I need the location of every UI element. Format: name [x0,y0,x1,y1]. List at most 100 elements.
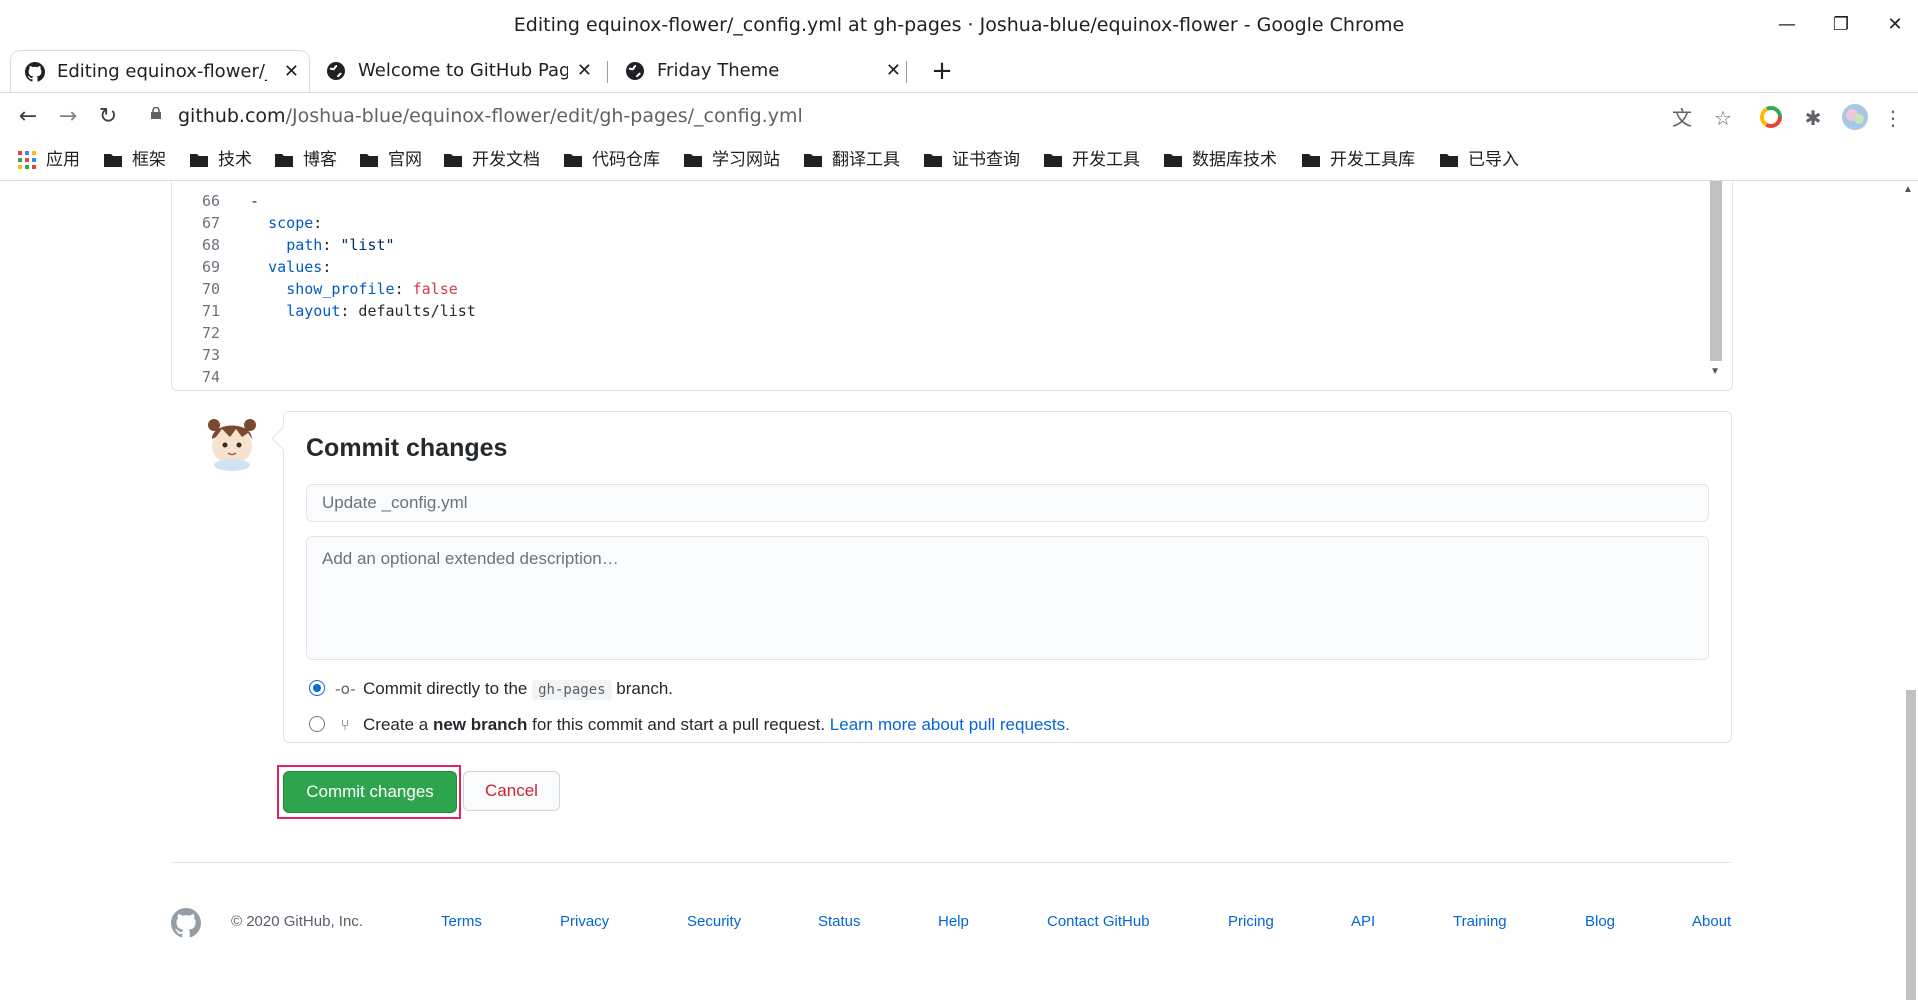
code-line[interactable]: 71 layout: defaults/list [172,300,476,322]
radio-new-branch[interactable] [309,715,325,732]
restore-button[interactable]: ❐ [1821,10,1861,40]
code-line[interactable]: 66 - [172,190,259,212]
bookmark-folder[interactable]: 代码仓库 [564,146,660,174]
bookmark-folder[interactable]: 开发文档 [444,146,540,174]
code-line[interactable]: 69 values: [172,256,331,278]
bookmark-label: 学习网站 [712,150,780,170]
option-direct-prefix: Commit directly to the [363,679,528,698]
bookmark-label: 开发工具库 [1330,150,1415,170]
bookmark-folder[interactable]: 翻译工具 [804,146,900,174]
footer-link-api[interactable]: API [1351,913,1375,930]
new-tab-button[interactable]: + [922,50,962,92]
bookmark-star-icon[interactable]: ☆ [1710,105,1736,131]
bookmark-folder[interactable]: 证书查询 [924,146,1020,174]
minimize-button[interactable]: — [1767,10,1807,40]
learn-more-link[interactable]: Learn more about pull requests. [830,715,1070,734]
footer: © 2020 GitHub, Inc. Terms Privacy Securi… [171,908,1731,938]
profile-avatar-icon[interactable] [1841,103,1869,131]
option-new-suffix: for this commit and start a pull request… [532,715,826,734]
folder-icon [1440,154,1458,167]
footer-link-blog[interactable]: Blog [1585,913,1615,930]
folder-icon [104,154,122,167]
footer-link-about[interactable]: About [1692,913,1731,930]
tab-friday-theme[interactable]: Friday Theme ✕ [611,50,911,92]
line-number: 66 [201,192,220,210]
editor-scrollbar-thumb[interactable] [1710,181,1722,361]
lock-icon[interactable] [150,107,162,119]
footer-link-status[interactable]: Status [818,913,861,930]
back-button[interactable]: ← [12,101,44,133]
option-commit-direct[interactable]: -o- Commit directly to the gh-pages branc… [309,676,673,702]
commit-changes-button[interactable]: Commit changes [283,771,457,813]
bookmark-label: 已导入 [1468,150,1519,170]
code-line[interactable]: 68 path: "list" [172,234,395,256]
tab-label: Friday Theme [657,60,780,81]
tab-close-icon[interactable]: ✕ [284,51,299,92]
forward-button[interactable]: → [52,101,84,133]
cancel-button[interactable]: Cancel [463,771,560,811]
option-new-prefix: Create a [363,715,429,734]
address-bar[interactable]: github.com/Joshua-blue/equinox-flower/ed… [178,105,803,127]
tab-editing-config[interactable]: Editing equinox-flower/_co ✕ [10,50,310,92]
bookmark-folder[interactable]: 学习网站 [684,146,780,174]
footer-divider [171,862,1731,863]
page-content: 66 -67 scope: 68 path: "list" 69 values: 70… [0,181,1900,1003]
bookmark-label: 官网 [388,150,422,170]
close-window-button[interactable]: ✕ [1875,10,1915,40]
footer-link-security[interactable]: Security [687,913,741,930]
code-editor[interactable]: 66 -67 scope: 68 path: "list" 69 values: 70… [171,181,1733,391]
footer-link-help[interactable]: Help [938,913,969,930]
footer-link-pricing[interactable]: Pricing [1228,913,1274,930]
line-number: 69 [201,258,220,276]
extensions-puzzle-icon[interactable]: ✱ [1800,105,1826,131]
page-scrollbar-thumb[interactable] [1906,690,1916,1000]
footer-link-terms[interactable]: Terms [441,913,482,930]
tab-close-icon[interactable]: ✕ [577,50,592,92]
code-line[interactable]: 74 [172,366,232,388]
tab-separator [906,61,907,83]
bookmark-folder[interactable]: 已导入 [1440,146,1519,174]
bookmark-folder[interactable]: 开发工具 [1044,146,1140,174]
translate-icon[interactable]: 文 [1669,105,1695,131]
code-line[interactable]: 73 [172,344,232,366]
chrome-extension-icon[interactable] [1760,106,1782,128]
bookmark-folder[interactable]: 博客 [275,146,337,174]
bookmark-folder[interactable]: 数据库技术 [1164,146,1277,174]
bookmark-folder[interactable]: 框架 [104,146,166,174]
bookmark-label: 技术 [218,150,252,170]
footer-link-contact[interactable]: Contact GitHub [1047,913,1150,930]
footer-link-privacy[interactable]: Privacy [560,913,609,930]
github-logo-icon[interactable] [171,908,201,938]
tab-welcome-github-pages[interactable]: Welcome to GitHub Pages ✕ [312,50,602,92]
chrome-menu-icon[interactable]: ⋮ [1880,105,1906,131]
code-token: : defaults/list [340,302,476,320]
page-scroll-up-icon[interactable]: ▲ [1903,184,1913,195]
footer-link-training[interactable]: Training [1453,913,1507,930]
bookmark-folder[interactable]: 官网 [360,146,422,174]
bookmark-folder[interactable]: 技术 [190,146,252,174]
bookmark-label: 代码仓库 [592,150,660,170]
code-line[interactable]: 70 show_profile: false [172,278,458,300]
option-new-branch[interactable]: ⑂ Create a new branch for this commit and… [309,712,1070,738]
folder-icon [444,154,462,167]
option-direct-suffix: branch. [616,679,673,698]
user-avatar[interactable] [202,411,262,471]
line-number: 72 [201,324,220,342]
code-line[interactable]: 72 [172,322,232,344]
commit-summary-input[interactable]: Update _config.yml [306,484,1709,522]
bookmark-folder[interactable]: 开发工具库 [1302,146,1415,174]
tab-close-icon[interactable]: ✕ [886,50,901,92]
folder-icon [1044,154,1062,167]
code-line[interactable]: 67 scope: [172,212,322,234]
pull-request-icon: ⑂ [340,716,350,734]
git-commit-icon: -o- [335,680,356,698]
reload-button[interactable]: ↻ [92,101,124,133]
editor-scroll-down-icon[interactable]: ▼ [1710,366,1720,377]
line-number: 67 [201,214,220,232]
bookmark-apps[interactable]: 应用 [18,146,80,174]
apps-grid-icon [18,151,36,169]
commit-description-textarea[interactable]: Add an optional extended description… [306,536,1709,660]
folder-icon [190,154,208,167]
radio-commit-direct[interactable] [309,679,325,696]
